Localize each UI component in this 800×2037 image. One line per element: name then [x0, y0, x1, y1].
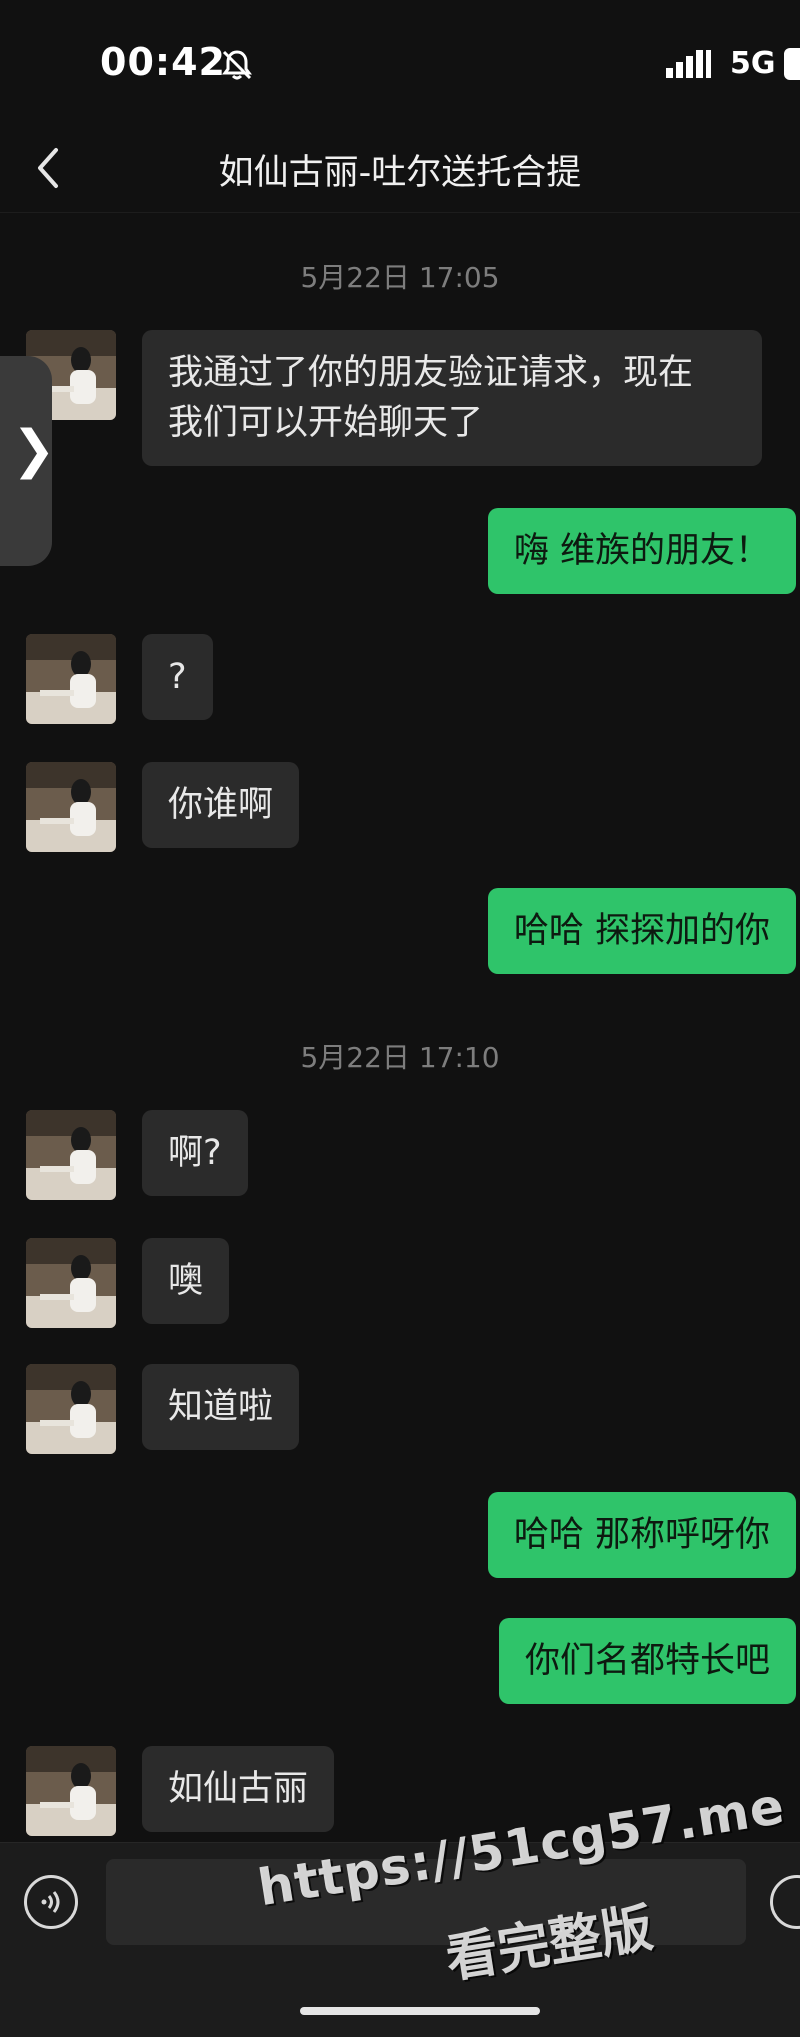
message-bubble-incoming[interactable]: 知道啦: [142, 1364, 300, 1450]
voice-icon[interactable]: [24, 1875, 78, 1929]
status-time: 00:42: [100, 40, 226, 84]
battery-icon: [784, 48, 800, 80]
timestamp: 5月22日 17:10: [300, 1041, 500, 1074]
timestamp: 5月22日 17:05: [300, 261, 500, 294]
message-bubble-incoming[interactable]: 你谁啊: [142, 762, 300, 848]
signal-bars-icon: [666, 48, 712, 82]
message-bubble-outgoing[interactable]: 哈哈 那称呼呀你: [487, 1492, 796, 1578]
status-bar: 00:42 5G: [0, 0, 800, 120]
home-indicator: [300, 2007, 540, 2015]
chat-header: 如仙古丽-吐尔送托合提: [0, 120, 800, 213]
avatar[interactable]: [26, 1746, 116, 1836]
side-collapse-tab[interactable]: ❯: [0, 356, 56, 566]
avatar[interactable]: [26, 1110, 116, 1200]
message-bubble-incoming[interactable]: ?: [142, 634, 213, 720]
message-bubble-incoming[interactable]: 啊?: [142, 1110, 248, 1196]
chat-title: 如仙古丽-吐尔送托合提: [218, 153, 582, 193]
avatar[interactable]: [26, 762, 116, 852]
bell-slash-icon: [220, 48, 254, 82]
network-type: 5G: [730, 46, 776, 81]
chevron-right-icon: ❯: [12, 420, 56, 480]
message-bubble-outgoing[interactable]: 你们名都特长吧: [498, 1618, 796, 1704]
message-bubble-incoming[interactable]: 我通过了你的朋友验证请求，现在 我们可以开始聊天了: [142, 330, 762, 466]
message-bubble-outgoing[interactable]: 哈哈 探探加的你: [487, 888, 796, 974]
avatar[interactable]: [26, 1364, 116, 1454]
emoji-icon[interactable]: [770, 1875, 800, 1929]
message-bubble-incoming[interactable]: 如仙古丽: [142, 1746, 335, 1832]
message-bubble-incoming[interactable]: 噢: [142, 1238, 230, 1324]
message-bubble-outgoing[interactable]: 嗨 维族的朋友！: [487, 508, 796, 594]
avatar[interactable]: [26, 634, 116, 724]
avatar[interactable]: [26, 1238, 116, 1328]
